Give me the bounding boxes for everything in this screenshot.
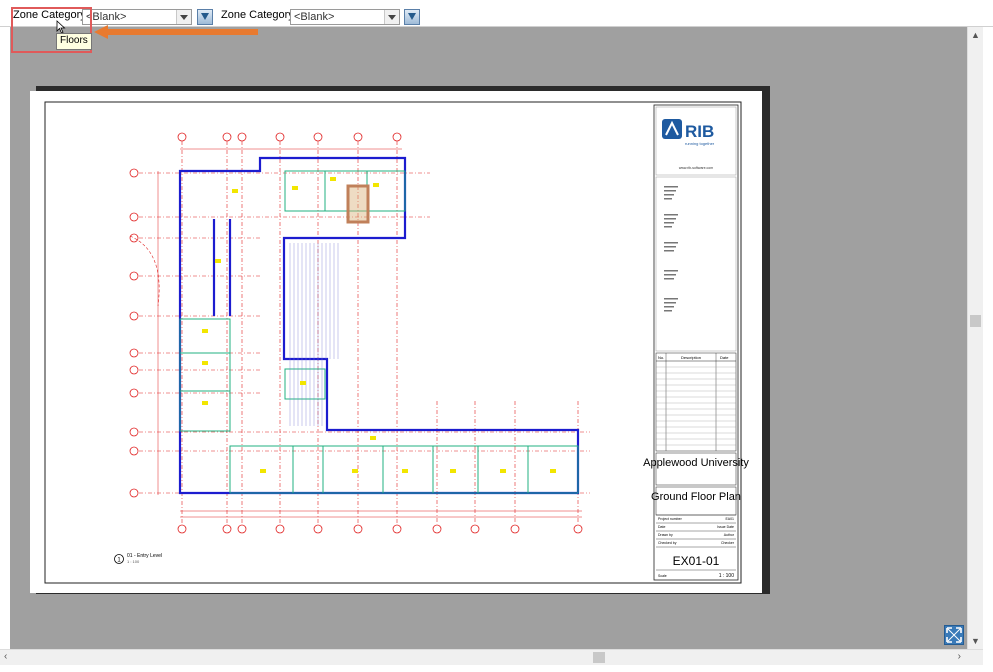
zone-category-2-dropdown[interactable]: <Blank> [290, 9, 400, 25]
vertical-scrollbar[interactable]: ▲ ▼ [967, 27, 983, 649]
zoom-to-fit-button[interactable] [944, 625, 964, 645]
floor-plan-drawing: 1 01 - Entry Level 1 : 100 RIB running t… [44, 101, 749, 584]
room-tags [202, 177, 556, 473]
field-value-project-number: EA01 [725, 517, 734, 521]
entry-arc [129, 235, 160, 307]
zone-category-1-dropdown[interactable]: <Blank> [82, 9, 192, 25]
field-value-checked-by: Checker [721, 541, 735, 545]
revision-header-date: Date [720, 355, 729, 360]
sheet-number: EX01-01 [673, 554, 720, 568]
logo-tagline: running together [685, 141, 715, 146]
rib-logo [662, 119, 682, 139]
sheet-scale: 1 : 100 [719, 573, 735, 579]
scroll-left-icon[interactable]: ‹ [4, 651, 7, 662]
project-name: Applewood University [643, 457, 749, 469]
website: www.rib-software.com [679, 166, 713, 170]
field-label-checked-by: Checked by [658, 541, 677, 545]
annotation-arrow-icon [94, 25, 258, 39]
field-value-drawn-by: Author [724, 533, 735, 537]
zone-filter-toolbar: Zone Category 1: <Blank> Zone Category 2… [0, 0, 993, 27]
room-boundaries [179, 170, 579, 494]
revision-header-description: Description [681, 355, 701, 360]
filter-button-2[interactable] [404, 9, 420, 25]
vertical-scroll-thumb[interactable] [970, 315, 981, 327]
highlighted-zone[interactable] [346, 184, 370, 224]
chevron-down-icon[interactable] [384, 10, 399, 24]
logo-text: RIB [685, 122, 714, 141]
consultant-text-block [664, 186, 678, 312]
fit-to-view-icon [946, 627, 962, 643]
revision-header-no: No. [658, 355, 664, 360]
chevron-down-icon[interactable] [176, 10, 191, 24]
zone-category-1-value: <Blank> [86, 11, 127, 23]
zone-category-2-value: <Blank> [294, 11, 335, 23]
field-value-date: Issue Date [717, 525, 734, 529]
tooltip: Floors [56, 33, 92, 50]
scroll-right-icon[interactable]: › [958, 651, 961, 662]
exterior-walls [178, 156, 580, 495]
drawing-sheet[interactable]: 1 01 - Entry Level 1 : 100 RIB running t… [30, 91, 762, 593]
mouse-cursor-icon [56, 20, 66, 34]
title-block: RIB running together www.rib-software.co… [643, 104, 749, 581]
horizontal-scrollbar[interactable]: ‹ › [0, 649, 983, 665]
field-label-date: Date [658, 525, 665, 529]
scale-label: Scale [658, 574, 667, 578]
sheet-name: Ground Floor Plan [651, 491, 741, 503]
field-label-project-number: Project number [658, 517, 683, 521]
scroll-up-icon[interactable]: ▲ [971, 30, 980, 40]
field-label-drawn-by: Drawn by [658, 533, 673, 537]
horizontal-scroll-thumb[interactable] [593, 652, 605, 663]
filter-button-1[interactable] [197, 9, 213, 25]
dimension-lines [157, 148, 582, 518]
view-scale: 1 : 100 [127, 559, 140, 564]
scroll-down-icon[interactable]: ▼ [971, 636, 980, 646]
